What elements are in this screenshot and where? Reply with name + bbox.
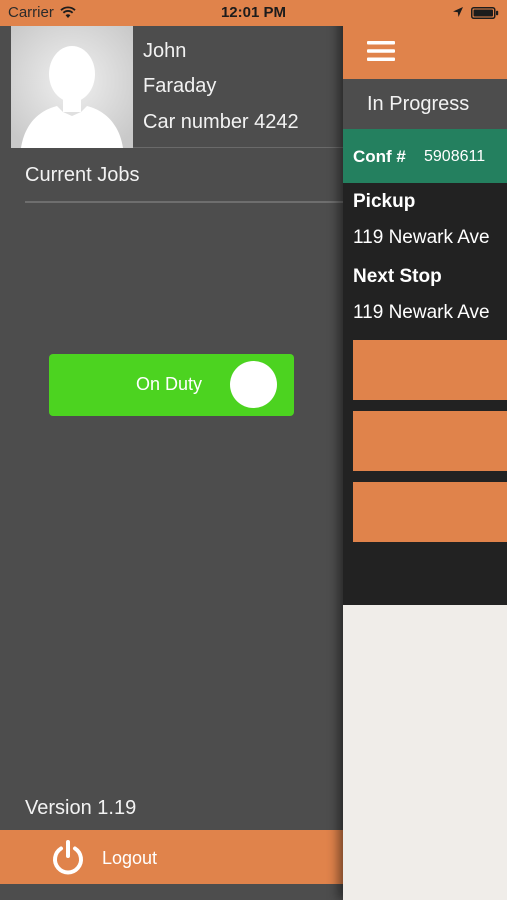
confirmation-label: Conf # [353, 147, 406, 166]
tab-in-progress[interactable]: In Progress [343, 79, 507, 129]
job-action-button-1[interactable] [353, 340, 507, 400]
confirmation-bar: Conf # 5908611 [343, 129, 507, 183]
person-silhouette-icon [11, 26, 133, 148]
status-time: 12:01 PM [220, 4, 287, 21]
profile-last-name: Faraday [143, 75, 217, 97]
pickup-address: 119 Newark Ave [353, 227, 490, 248]
main-panel: In Progress Conf # 5908611 Pickup 119 Ne… [343, 0, 507, 900]
job-action-button-2[interactable] [353, 411, 507, 471]
menu-item-current-jobs[interactable]: Current Jobs [25, 164, 140, 187]
on-duty-toggle[interactable]: On Duty [49, 354, 294, 416]
toggle-knob[interactable] [230, 361, 277, 408]
next-stop-address: 119 Newark Ave [353, 302, 490, 323]
power-icon [53, 840, 83, 875]
app-screen: Carrier 12:01 PM John Faraday Car number… [0, 0, 507, 900]
status-bar: Carrier 12:01 PM [0, 0, 507, 26]
tab-in-progress-label: In Progress [367, 93, 470, 115]
location-icon [453, 7, 463, 17]
profile-first-name: John [143, 40, 187, 62]
hamburger-icon[interactable] [367, 41, 395, 61]
avatar[interactable] [11, 26, 133, 148]
confirmation-number: 5908611 [424, 148, 486, 165]
battery-icon [471, 7, 499, 19]
version-label: Version 1.19 [25, 797, 137, 819]
side-menu: John Faraday Car number 4242 Current Job… [0, 26, 343, 900]
logout-button[interactable]: Logout [0, 830, 343, 884]
logout-label: Logout [102, 848, 158, 868]
profile-car-number: Car number 4242 [143, 111, 299, 133]
on-duty-label: On Duty [136, 374, 203, 394]
pickup-heading: Pickup [353, 191, 416, 212]
job-action-button-3[interactable] [353, 482, 507, 542]
profile-divider [133, 147, 343, 148]
menu-divider [25, 201, 343, 203]
next-stop-heading: Next Stop [353, 266, 442, 287]
job-card[interactable]: Conf # 5908611 Pickup 119 Newark Ave Nex… [343, 129, 507, 605]
